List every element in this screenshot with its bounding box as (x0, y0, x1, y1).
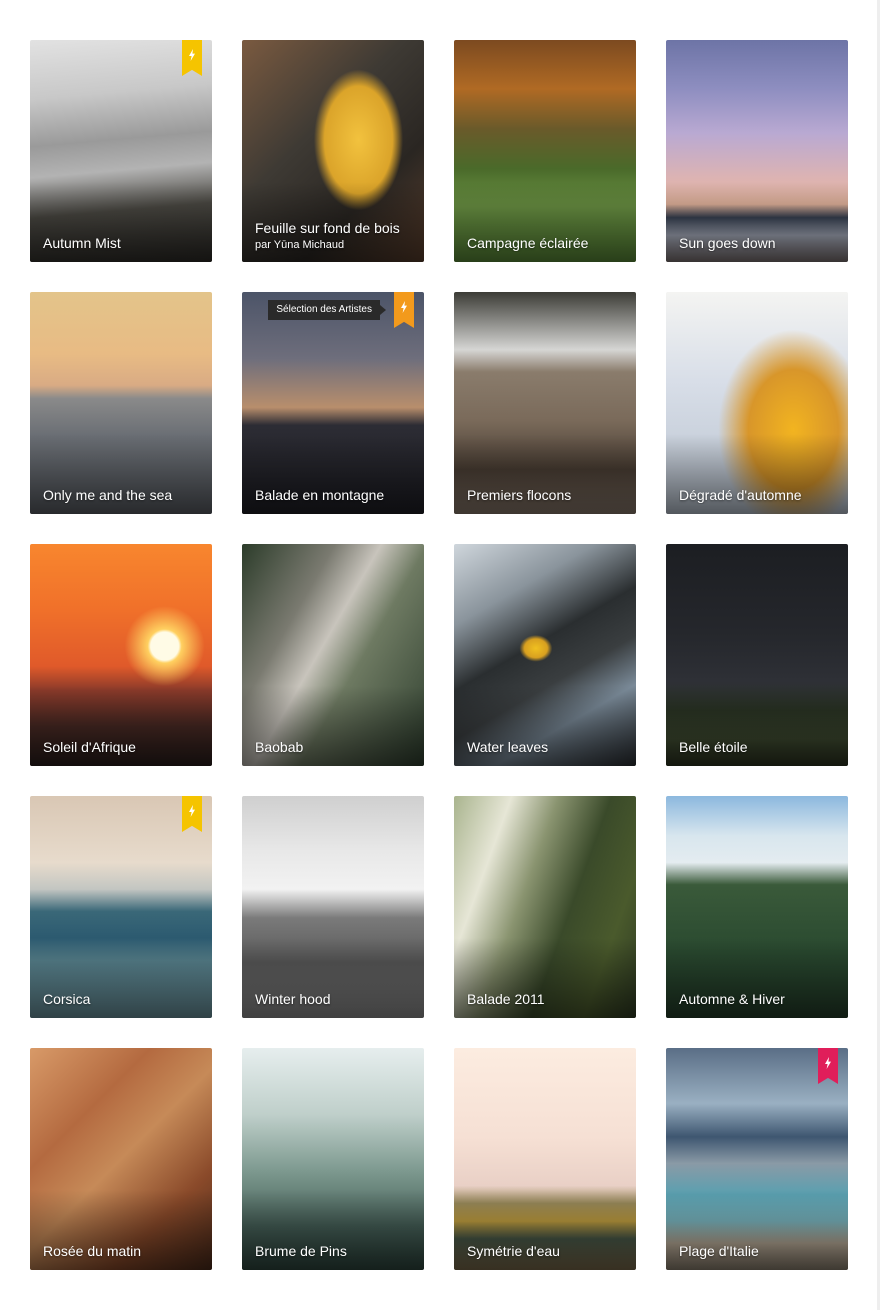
caption-gradient (242, 1190, 424, 1270)
photo-tile[interactable]: Winter hood (242, 796, 424, 1018)
photo-title: Rosée du matin (43, 1243, 142, 1259)
photo-caption: Only me and the sea (43, 487, 204, 504)
caption-gradient (666, 182, 848, 262)
caption-gradient (30, 434, 212, 514)
photo-caption: Baobab (255, 739, 416, 756)
photo-caption: Balade 2011 (467, 991, 628, 1008)
photo-caption: Dégradé d'automne (679, 487, 840, 504)
photo-author: par Yūna Michaud (255, 239, 345, 251)
photo-title: Balade en montagne (255, 487, 385, 503)
photo-title: Belle étoile (679, 739, 748, 755)
photo-title: Feuille sur fond de bois (255, 220, 400, 236)
photo-caption: Soleil d'Afrique (43, 739, 204, 756)
caption-gradient (666, 434, 848, 514)
photo-tile[interactable]: Balade en montagne Sélection des Artistes (242, 292, 424, 514)
photo-tile[interactable]: Symétrie d'eau (454, 1048, 636, 1270)
photo-title: Baobab (255, 739, 304, 755)
photo-tile[interactable]: Only me and the sea (30, 292, 212, 514)
photo-tile[interactable]: Plage d'Italie (666, 1048, 848, 1270)
photo-caption: Campagne éclairée (467, 235, 628, 252)
photo-caption: Belle étoile (679, 739, 840, 756)
photo-caption: Winter hood (255, 991, 416, 1008)
photo-title: Campagne éclairée (467, 235, 589, 251)
photo-caption: Balade en montagne (255, 487, 416, 504)
photo-tile[interactable]: Water leaves (454, 544, 636, 766)
photo-tile[interactable]: Autumn Mist (30, 40, 212, 262)
photo-tile[interactable]: Belle étoile (666, 544, 848, 766)
photo-caption: Automne & Hiver (679, 991, 840, 1008)
photo-title: Water leaves (467, 739, 549, 755)
photo-title: Premiers flocons (467, 487, 572, 503)
lightning-bolt-icon (824, 1057, 832, 1069)
photo-caption: Corsica (43, 991, 204, 1008)
photo-tile[interactable]: Rosée du matin (30, 1048, 212, 1270)
featured-bookmark-badge[interactable] (182, 40, 202, 76)
caption-gradient (30, 686, 212, 766)
caption-gradient (666, 686, 848, 766)
featured-bookmark-badge[interactable] (394, 292, 414, 328)
lightning-bolt-icon (400, 301, 408, 313)
badge-tooltip: Sélection des Artistes (268, 300, 386, 320)
caption-gradient (454, 686, 636, 766)
caption-gradient (666, 1190, 848, 1270)
caption-gradient (30, 182, 212, 262)
caption-gradient (454, 1190, 636, 1270)
photo-tile[interactable]: Baobab (242, 544, 424, 766)
photo-title: Corsica (43, 991, 91, 1007)
photo-tile[interactable]: Dégradé d'automne (666, 292, 848, 514)
photo-tile[interactable]: Balade 2011 (454, 796, 636, 1018)
caption-gradient (242, 434, 424, 514)
caption-gradient (454, 434, 636, 514)
photo-title: Automne & Hiver (679, 991, 785, 1007)
caption-gradient (242, 938, 424, 1018)
photo-caption: Sun goes down (679, 235, 840, 252)
caption-gradient (666, 938, 848, 1018)
photo-title: Symétrie d'eau (467, 1243, 560, 1259)
photo-tile[interactable]: Brume de Pins (242, 1048, 424, 1270)
photo-tile[interactable]: Campagne éclairée (454, 40, 636, 262)
photo-tile[interactable]: Feuille sur fond de bois par Yūna Michaud (242, 40, 424, 262)
photo-title: Winter hood (255, 991, 331, 1007)
photo-caption: Plage d'Italie (679, 1243, 840, 1260)
photo-caption: Water leaves (467, 739, 628, 756)
photo-title: Soleil d'Afrique (43, 739, 136, 755)
photo-title: Autumn Mist (43, 235, 121, 251)
photo-gallery: Autumn Mist Feuille sur fond de bois par Y… (30, 40, 848, 1270)
photo-title: Plage d'Italie (679, 1243, 759, 1259)
featured-bookmark-badge[interactable] (182, 796, 202, 832)
caption-gradient (454, 938, 636, 1018)
photo-title: Balade 2011 (467, 991, 545, 1007)
caption-gradient (454, 182, 636, 262)
lightning-bolt-icon (188, 805, 196, 817)
photo-tile[interactable]: Sun goes down (666, 40, 848, 262)
lightning-bolt-icon (188, 49, 196, 61)
featured-bookmark-badge[interactable] (818, 1048, 838, 1084)
photo-title: Only me and the sea (43, 487, 173, 503)
caption-gradient (30, 1190, 212, 1270)
photo-caption: Premiers flocons (467, 487, 628, 504)
photo-caption: Symétrie d'eau (467, 1243, 628, 1260)
caption-gradient (242, 686, 424, 766)
photo-caption: Brume de Pins (255, 1243, 416, 1260)
photo-caption: Rosée du matin (43, 1243, 204, 1260)
photo-title: Dégradé d'automne (679, 487, 802, 503)
photo-tile[interactable]: Corsica (30, 796, 212, 1018)
photo-caption: Feuille sur fond de bois par Yūna Michaud (255, 220, 416, 252)
caption-gradient (242, 182, 424, 262)
photo-title: Brume de Pins (255, 1243, 347, 1259)
photo-tile[interactable]: Premiers flocons (454, 292, 636, 514)
caption-gradient (30, 938, 212, 1018)
photo-title: Sun goes down (679, 235, 776, 251)
photo-caption: Autumn Mist (43, 235, 204, 252)
photo-tile[interactable]: Soleil d'Afrique (30, 544, 212, 766)
photo-tile[interactable]: Automne & Hiver (666, 796, 848, 1018)
